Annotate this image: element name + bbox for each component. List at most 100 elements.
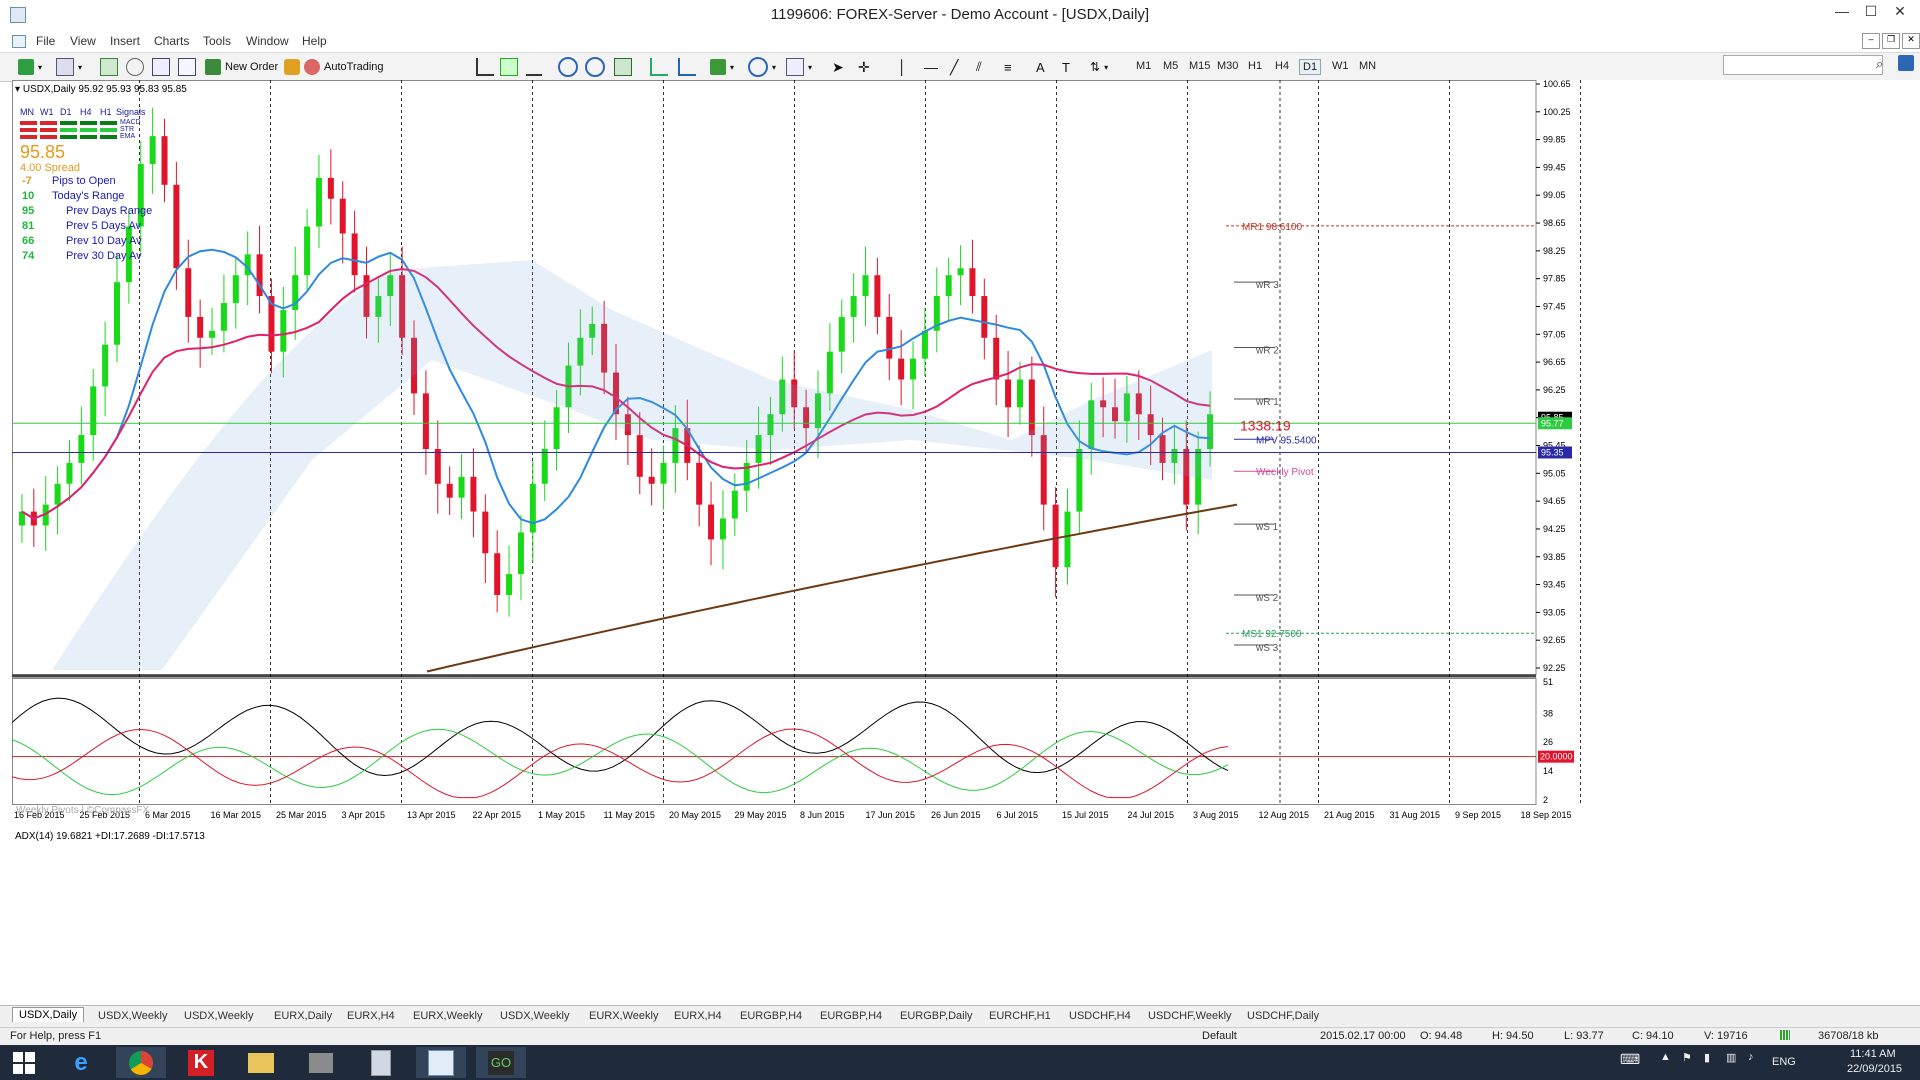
channel-tool[interactable]: ⫽	[976, 57, 982, 77]
tester-button[interactable]	[178, 57, 196, 77]
search-icon[interactable]: ⌕	[1876, 56, 1883, 72]
pivot-label: wR 3	[1255, 280, 1279, 291]
tab-usdchf-h4[interactable]: USDCHF,H4	[1063, 1009, 1137, 1023]
start-button[interactable]	[0, 1047, 48, 1078]
zoom-out-button[interactable]	[585, 57, 605, 77]
signal-cell	[20, 134, 37, 139]
taskbar-ie[interactable]: e	[56, 1047, 106, 1078]
menu-window[interactable]: Window	[246, 34, 289, 48]
tab-usdx-daily[interactable]: USDX,Daily	[12, 1007, 85, 1022]
terminal-button[interactable]	[152, 57, 170, 77]
trendline-tool[interactable]: ╱	[950, 57, 958, 77]
tab-eurchf-h1[interactable]: EURCHF,H1	[983, 1009, 1057, 1023]
tab-eurx-h4-1[interactable]: EURX,H4	[341, 1009, 401, 1023]
child-close-button[interactable]: ✕	[1902, 33, 1920, 49]
community-icon[interactable]	[1898, 55, 1914, 71]
tray-chevron-icon[interactable]: ▲	[1660, 1051, 1671, 1063]
candle-body	[898, 358, 905, 380]
vertical-line-tool[interactable]: │	[898, 57, 907, 77]
tab-eurgbp-h4-1[interactable]: EURGBP,H4	[734, 1009, 808, 1023]
menu-tools[interactable]: Tools	[203, 34, 231, 48]
tab-usdx-weekly-2[interactable]: USDX,Weekly	[178, 1009, 259, 1023]
tf-h1[interactable]: H1	[1245, 59, 1265, 73]
tf-h4[interactable]: H4	[1272, 59, 1292, 73]
text-tool[interactable]: A	[1036, 57, 1045, 77]
tray-time[interactable]: 11:41 AM	[1850, 1048, 1896, 1060]
tile-windows-button[interactable]	[614, 57, 632, 77]
chart-window[interactable]: 100.65 100.25 99.85 99.45 99.05 98.65 98.25 97.…	[12, 80, 1920, 988]
taskbar-app-5[interactable]	[296, 1047, 346, 1078]
line-chart-button[interactable]	[526, 57, 542, 77]
taskbar-k-app[interactable]: K	[176, 1047, 226, 1078]
maximize-button[interactable]: ☐	[1857, 3, 1885, 25]
tab-eurx-weekly-2[interactable]: EURX,Weekly	[583, 1009, 664, 1023]
new-chart-button[interactable]: ▾	[18, 57, 42, 77]
market-watch-button[interactable]	[100, 57, 118, 77]
autotrading-button[interactable]: AutoTrading	[304, 57, 384, 77]
tab-usdx-weekly-3[interactable]: USDX,Weekly	[494, 1009, 575, 1023]
taskbar-metatrader[interactable]	[416, 1047, 466, 1078]
tab-eurx-h4-2[interactable]: EURX,H4	[668, 1009, 728, 1023]
tf-m30[interactable]: M30	[1214, 59, 1241, 73]
tab-eurx-daily[interactable]: EURX,Daily	[268, 1009, 338, 1023]
templates-button[interactable]: ▾	[786, 57, 812, 77]
navigator-button[interactable]	[126, 57, 144, 77]
fibo-tool[interactable]: ≡	[1004, 57, 1012, 77]
tf-w1[interactable]: W1	[1329, 59, 1352, 73]
close-button[interactable]: ✕	[1886, 3, 1914, 25]
profiles-button[interactable]: ▾	[56, 57, 82, 77]
tab-usdchf-weekly[interactable]: USDCHF,Weekly	[1142, 1009, 1238, 1023]
child-minimize-button[interactable]: –	[1862, 33, 1880, 49]
crosshair-tool[interactable]: ✛	[858, 57, 870, 77]
menu-view[interactable]: View	[70, 34, 96, 48]
tray-flag-icon[interactable]: ⚑	[1682, 1051, 1692, 1064]
tab-eurgbp-h4-2[interactable]: EURGBP,H4	[814, 1009, 888, 1023]
indicators-button[interactable]: ▾	[710, 57, 734, 77]
menu-charts[interactable]: Charts	[154, 34, 189, 48]
tf-mn[interactable]: MN	[1356, 59, 1379, 73]
periods-button[interactable]: ▾	[748, 57, 776, 77]
tf-m15[interactable]: M15	[1186, 59, 1213, 73]
taskbar-chrome[interactable]	[116, 1047, 166, 1078]
tab-eurx-weekly-1[interactable]: EURX,Weekly	[407, 1009, 488, 1023]
tray-language[interactable]: ENG	[1772, 1056, 1796, 1068]
keyboard-icon[interactable]: ⌨	[1620, 1051, 1640, 1068]
chart-shift-button[interactable]	[678, 57, 696, 77]
minimize-button[interactable]: —	[1828, 3, 1856, 25]
child-window-icon[interactable]	[12, 35, 26, 48]
price-chart[interactable]: 100.65 100.25 99.85 99.45 99.05 98.65 98.25 97.…	[12, 80, 1920, 988]
search-input[interactable]	[1723, 55, 1883, 75]
metaeditor-button[interactable]	[284, 57, 300, 77]
line-chart-icon	[526, 58, 542, 76]
text-label-tool[interactable]: T	[1062, 57, 1070, 77]
candlestick-button[interactable]	[500, 57, 518, 77]
new-order-button[interactable]: New Order	[205, 57, 278, 77]
taskbar-calculator[interactable]	[356, 1047, 406, 1078]
menu-file[interactable]: File	[36, 34, 55, 48]
menu-help[interactable]: Help	[302, 34, 327, 48]
tab-usdx-weekly-1[interactable]: USDX,Weekly	[92, 1009, 173, 1023]
horizontal-line-tool[interactable]: —	[924, 57, 938, 77]
child-restore-button[interactable]: ❐	[1882, 33, 1900, 49]
pivot-label: wR 2	[1255, 345, 1279, 356]
bar-chart-button[interactable]	[476, 57, 494, 77]
tf-d1[interactable]: D1	[1299, 59, 1322, 75]
tray-battery-icon[interactable]: ▮	[1704, 1051, 1710, 1064]
taskbar-explorer[interactable]	[236, 1047, 286, 1078]
price-tick-label: 99.85	[1543, 135, 1566, 145]
zoom-in-button[interactable]	[558, 57, 578, 77]
tab-eurgbp-daily[interactable]: EURGBP,Daily	[894, 1009, 979, 1023]
tray-network-icon[interactable]: ▥	[1726, 1051, 1736, 1064]
tray-volume-icon[interactable]: ♪	[1748, 1051, 1754, 1063]
tf-m1[interactable]: M1	[1133, 59, 1154, 73]
arrows-tool[interactable]: ⇅ ▾	[1090, 57, 1108, 77]
autoscroll-button[interactable]	[650, 57, 668, 77]
menu-insert[interactable]: Insert	[110, 34, 140, 48]
cursor-tool[interactable]: ➤	[832, 57, 844, 77]
tab-usdchf-daily[interactable]: USDCHF,Daily	[1241, 1009, 1325, 1023]
taskbar-go-app[interactable]: GO	[476, 1047, 526, 1078]
adx-tick-label: 2	[1543, 795, 1548, 805]
tray-date[interactable]: 22/09/2015	[1847, 1063, 1902, 1075]
candle-body	[185, 268, 192, 317]
tf-m5[interactable]: M5	[1160, 59, 1181, 73]
